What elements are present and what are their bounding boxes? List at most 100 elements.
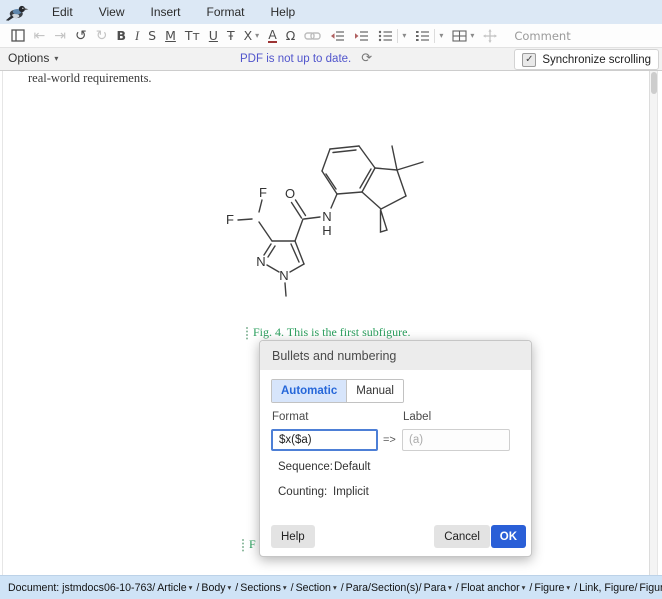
link-button[interactable] [300,25,326,47]
next-icon: ⇥ [54,28,66,44]
chemical-structure-figure[interactable]: F F O N H N N [210,138,440,303]
sequence-label: Sequence: [278,461,333,473]
sequence-value[interactable]: Default [334,461,370,473]
menu-format[interactable]: Format [194,1,258,24]
redo-icon: ↻ [96,28,108,44]
panel-icon [11,29,25,42]
vertical-scrollbar[interactable] [649,71,658,575]
outdent-button[interactable] [326,25,350,47]
toolbar: ⇤ ⇥ ↺ ↻ B [0,24,662,48]
highlight-button[interactable]: M [161,25,181,47]
view-panels-button[interactable] [6,25,29,47]
help-button[interactable]: Help [271,525,315,548]
chevron-down-icon: ▾ [434,29,443,43]
redo-button[interactable]: ↻ [91,25,112,47]
undo-button[interactable]: ↺ [70,25,91,47]
strike-s-button[interactable]: S [144,25,161,47]
next-change-button[interactable]: ⇥ [50,25,71,47]
undo-icon: ↺ [75,28,87,44]
breadcrumb-separator: / [235,582,238,594]
scrollbar-thumb[interactable] [651,72,657,94]
ok-button[interactable]: OK [491,525,526,548]
outdent-icon [330,30,345,42]
options-bar: Options ▾ PDF is not up to date. ⟳ ✓ Syn… [0,48,662,71]
synchronize-scrolling-toggle[interactable]: ✓ Synchronize scrolling [514,49,659,70]
breadcrumb-separator: / [529,582,532,594]
text-color-button[interactable]: A [264,25,282,47]
format-input[interactable] [271,429,378,451]
breadcrumb-para[interactable]: Para ▾ [424,582,452,594]
indent-button[interactable] [350,25,374,47]
bullet-list-button[interactable]: ▾ [374,25,411,47]
label-field-label: Label [403,411,431,423]
move-button[interactable] [479,25,502,47]
maps-to-arrow: => [383,434,396,446]
table-icon [452,30,467,42]
text-size-button[interactable]: Tт [180,25,204,47]
menu-view[interactable]: View [86,1,138,24]
breadcrumb-body[interactable]: Body ▾ [201,582,231,594]
dialog-title: Bullets and numbering [260,341,531,370]
app-logo-bird-icon [3,1,33,23]
breadcrumb-separator: / [341,582,344,594]
refresh-icon[interactable]: ⟳ [361,51,372,66]
comment-button[interactable]: Comment [510,25,575,47]
tab-manual[interactable]: Manual [346,380,403,402]
prev-icon: ⇤ [34,28,46,44]
move-icon [483,29,497,43]
checkbox-checked-icon[interactable]: ✓ [522,53,536,67]
table-button[interactable]: ▾ [448,25,479,47]
strikethrough-button[interactable]: Ŧ [222,25,239,47]
menu-insert[interactable]: Insert [137,1,193,24]
menu-edit[interactable]: Edit [39,1,86,24]
script-button[interactable]: X ▾ [239,25,264,47]
app-window: EditViewInsertFormatHelp ⇤ ⇥ [0,0,662,599]
document-editor[interactable]: real-world requirements. [0,71,662,575]
atom-label: N [279,268,288,283]
figure-caption[interactable]: Fig. 4. This is the first subfigure. [246,325,410,340]
breadcrumb-sections[interactable]: Sections ▾ [240,582,286,594]
format-field-label: Format [272,411,308,423]
figure-caption-partial[interactable]: F [242,537,256,552]
drag-handle-icon[interactable] [246,327,248,329]
prev-change-button[interactable]: ⇤ [29,25,50,47]
breadcrumb-separator: / [574,582,577,594]
atom-label: F [259,185,267,200]
chevron-down-icon: ▾ [189,583,193,592]
bullets-icon [378,30,393,42]
chevron-down-icon: ▾ [397,29,406,43]
breadcrumb-separator: / [196,582,199,594]
numbering-icon [415,30,430,42]
special-char-button[interactable]: Ω [281,25,300,47]
breadcrumb-separator: / [291,582,294,594]
chevron-down-icon: ▾ [470,31,474,40]
bold-button[interactable]: B [112,25,131,47]
tab-automatic[interactable]: Automatic [272,380,346,402]
menu-items: EditViewInsertFormatHelp [39,1,308,24]
breadcrumb-article[interactable]: Article ▾ [157,582,192,594]
chevron-down-icon: ▾ [54,54,58,63]
breadcrumb-figure-2[interactable]: Figure ▾ [639,582,662,594]
breadcrumb-section[interactable]: Section ▾ [296,582,337,594]
pdf-status-text: PDF is not up to date. [240,53,351,65]
breadcrumb-link-figure: Link, Figure/ [579,582,637,594]
italic-button[interactable]: I [130,25,143,47]
paragraph-text[interactable]: real-world requirements. [28,71,152,86]
underline-button[interactable]: U [204,25,222,47]
options-dropdown[interactable]: Options ▾ [8,51,58,65]
cancel-button[interactable]: Cancel [434,525,490,548]
breadcrumb-float-anchor[interactable]: Float anchor ▾ [461,582,526,594]
counting-value[interactable]: Implicit [333,486,369,498]
chevron-down-icon: ▾ [566,583,570,592]
breadcrumb-figure[interactable]: Figure ▾ [534,582,570,594]
atom-label: O [285,186,295,201]
menu-help[interactable]: Help [258,1,309,24]
numbered-list-button[interactable]: ▾ [411,25,448,47]
label-input[interactable] [402,429,510,451]
chevron-down-icon: ▾ [255,31,259,40]
atom-label: N [256,254,265,269]
atom-label: H [322,223,331,238]
counting-label: Counting: [278,486,327,498]
drag-handle-icon[interactable] [242,539,244,541]
chevron-down-icon: ▾ [522,583,526,592]
